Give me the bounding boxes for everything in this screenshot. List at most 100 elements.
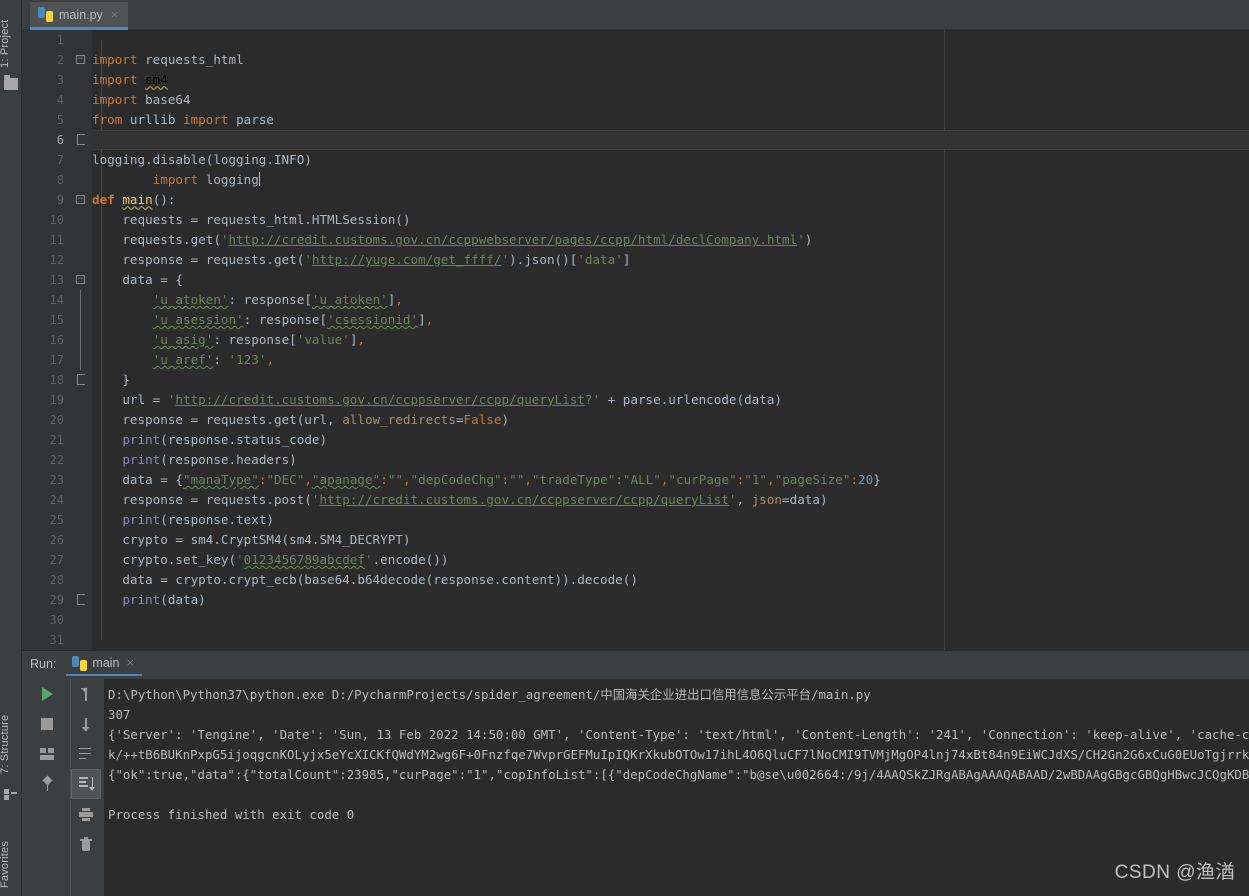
line-number: 14 xyxy=(49,293,64,307)
fold-marker-dict-end[interactable] xyxy=(77,374,85,385)
watermark: CSDN @渔湭 xyxy=(1114,862,1235,883)
console-line: k/++tB6BUKnPxpG5ijoqgcnKOLyjx5eYcXICKfQW… xyxy=(108,747,1249,762)
print-button[interactable] xyxy=(71,799,101,829)
code-line[interactable] xyxy=(92,170,1249,190)
pycharm-window: 1: Project 7: Structure Favorites main.p… xyxy=(0,0,1249,896)
close-icon[interactable]: × xyxy=(127,656,135,669)
run-tab-main[interactable]: main × xyxy=(66,652,143,676)
run-toolbar-primary xyxy=(32,679,66,896)
line-number: 31 xyxy=(49,633,64,647)
pin-tab-button[interactable] xyxy=(32,769,62,799)
code-line[interactable]: def main(): xyxy=(92,190,1249,210)
run-tool-window: Run: main × D:\Python\Python37\python.ex… xyxy=(22,650,1249,896)
code-line[interactable]: from urllib import parse xyxy=(92,110,1249,130)
fold-marker-imports[interactable]: − xyxy=(76,55,85,64)
code-line[interactable]: url = 'http://credit.customs.gov.cn/ccpp… xyxy=(92,390,1249,410)
trash-icon xyxy=(80,837,92,851)
line-number: 3 xyxy=(56,73,64,87)
code-line[interactable] xyxy=(92,630,1249,650)
sidebar-tab-favorites[interactable]: Favorites xyxy=(0,828,21,890)
code-line[interactable]: 'u_asession': response['csessionid'], xyxy=(92,310,1249,330)
line-number: 23 xyxy=(49,473,64,487)
stop-button[interactable] xyxy=(32,709,62,739)
code-line[interactable]: 'u_aref': '123', xyxy=(92,350,1249,370)
fold-region-line xyxy=(80,350,81,370)
layout-button[interactable] xyxy=(32,739,62,769)
project-folder-icon[interactable] xyxy=(4,75,18,90)
up-stack-trace-button[interactable] xyxy=(71,679,101,709)
code-line[interactable]: logging.disable(logging.INFO) xyxy=(92,150,1249,170)
arrow-up-icon xyxy=(80,687,92,702)
code-text-area[interactable]: import requests_html import sm4 import b… xyxy=(92,30,1249,650)
code-line[interactable]: requests.get('http://credit.customs.gov.… xyxy=(92,230,1249,250)
rerun-button[interactable] xyxy=(32,679,62,709)
scroll-to-end-icon xyxy=(79,777,95,791)
line-number: 25 xyxy=(49,513,64,527)
soft-wrap-icon xyxy=(79,747,93,761)
left-tool-strip: 1: Project 7: Structure Favorites xyxy=(0,0,22,896)
line-number: 2 xyxy=(56,53,64,67)
code-line[interactable]: print(response.headers) xyxy=(92,450,1249,470)
python-file-icon xyxy=(38,7,53,22)
code-line[interactable]: data = crypto.crypt_ecb(base64.b64decode… xyxy=(92,570,1249,590)
run-panel-label: Run: xyxy=(30,657,57,671)
code-line-current[interactable]: import logging xyxy=(92,130,1249,187)
close-icon[interactable]: × xyxy=(111,8,119,21)
code-line[interactable]: 'u_atoken': response['u_atoken'], xyxy=(92,290,1249,310)
run-toolbar-secondary xyxy=(70,679,102,896)
code-line[interactable]: data = { xyxy=(92,270,1249,290)
stop-icon xyxy=(41,718,53,730)
line-number: 5 xyxy=(56,113,64,127)
code-line[interactable] xyxy=(92,610,1249,630)
code-line[interactable]: response = requests.get(url, allow_redir… xyxy=(92,410,1249,430)
code-line[interactable]: } xyxy=(92,370,1249,390)
code-line[interactable]: response = requests.get('http://yuge.com… xyxy=(92,250,1249,270)
code-line[interactable] xyxy=(92,30,1249,50)
scroll-to-end-button[interactable] xyxy=(71,769,101,799)
arrow-down-icon xyxy=(80,717,92,732)
down-stack-trace-button[interactable] xyxy=(71,709,101,739)
line-number: 15 xyxy=(49,313,64,327)
code-line[interactable]: data = {"manaType":"DEC","apanage":"","d… xyxy=(92,470,1249,490)
run-icon xyxy=(41,687,53,701)
code-line[interactable]: crypto = sm4.CryptSM4(sm4.SM4_DECRYPT) xyxy=(92,530,1249,550)
sidebar-tab-structure[interactable]: 7: Structure xyxy=(0,696,21,776)
editor-fold-column[interactable]: − − − xyxy=(70,30,92,650)
code-line[interactable]: 'u_asig': response['value'], xyxy=(92,330,1249,350)
fold-marker-imports-end[interactable] xyxy=(77,134,85,145)
code-line[interactable]: import base64 xyxy=(92,90,1249,110)
line-number: 1 xyxy=(56,33,64,47)
soft-wrap-button[interactable] xyxy=(71,739,101,769)
editor-tab-main-py[interactable]: main.py × xyxy=(30,2,129,30)
fold-marker-main-def[interactable]: − xyxy=(76,195,85,204)
editor-gutter: 1 2 3 4 5 6 7 8 9 10 11 12 13 14 15 16 1… xyxy=(22,30,70,650)
clear-all-button[interactable] xyxy=(71,829,101,859)
line-number: 24 xyxy=(49,493,64,507)
line-number: 8 xyxy=(56,173,64,187)
line-number: 29 xyxy=(49,593,64,607)
line-number: 11 xyxy=(49,233,64,247)
code-line[interactable]: print(response.status_code) xyxy=(92,430,1249,450)
code-line[interactable]: import requests_html xyxy=(92,50,1249,70)
console-output[interactable]: D:\Python\Python37\python.exe D:/Pycharm… xyxy=(104,679,1249,896)
fold-region-line xyxy=(80,310,81,330)
editor-tab-bar: main.py × xyxy=(22,0,1249,30)
structure-icon[interactable] xyxy=(4,789,17,800)
line-number: 9 xyxy=(56,193,64,207)
fold-marker-main-end[interactable] xyxy=(77,594,85,605)
line-number: 21 xyxy=(49,433,64,447)
sidebar-tab-favorites-label: Favorites xyxy=(0,840,11,888)
code-editor[interactable]: 1 2 3 4 5 6 7 8 9 10 11 12 13 14 15 16 1… xyxy=(22,30,1249,650)
code-line[interactable]: print(response.text) xyxy=(92,510,1249,530)
editor-tab-label: main.py xyxy=(59,7,103,22)
code-line[interactable]: requests = requests_html.HTMLSession() xyxy=(92,210,1249,230)
code-line[interactable]: import sm4 xyxy=(92,70,1249,90)
code-line[interactable]: print(data) xyxy=(92,590,1249,610)
fold-marker-dict[interactable]: − xyxy=(76,275,85,284)
sidebar-tab-project[interactable]: 1: Project xyxy=(0,4,21,70)
code-line[interactable]: crypto.set_key('0123456789abcdef'.encode… xyxy=(92,550,1249,570)
sidebar-tab-structure-label: 7: Structure xyxy=(0,714,11,774)
console-line-exit-status: Process finished with exit code 0 xyxy=(108,807,355,822)
code-line[interactable]: response = requests.post('http://credit.… xyxy=(92,490,1249,510)
line-number: 30 xyxy=(49,613,64,627)
